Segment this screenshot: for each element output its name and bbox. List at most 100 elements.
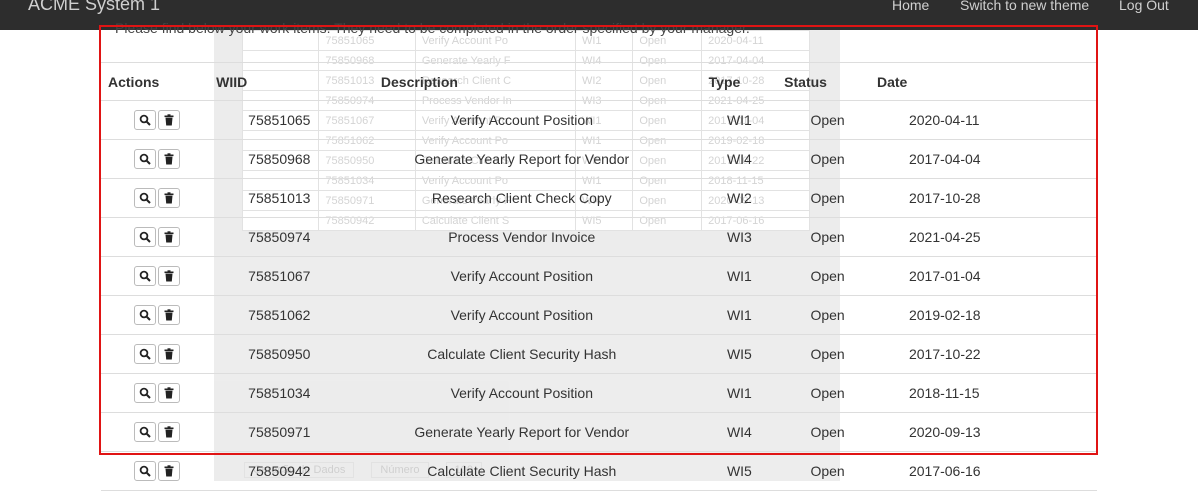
cell-status: Open xyxy=(778,451,877,491)
cell-date: 2021-04-25 xyxy=(876,217,1097,257)
cell-type: WI1 xyxy=(700,256,779,296)
cell-wiid: 75850971 xyxy=(212,412,343,452)
view-button[interactable] xyxy=(133,383,156,403)
nav-home-link[interactable]: Home xyxy=(892,0,929,15)
cell-wiid: 75850968 xyxy=(212,139,343,179)
cell-type: WI1 xyxy=(700,373,779,413)
table-row: 75851013 Research Client Check Copy WI2 Ope… xyxy=(101,178,1097,218)
view-button[interactable] xyxy=(133,227,156,247)
cell-type: WI5 xyxy=(700,334,779,374)
row-actions xyxy=(101,178,213,218)
nav-switch-theme-link[interactable]: Switch to new theme xyxy=(960,0,1089,15)
table-row: 75851067 Verify Account Position WI1 Open 20… xyxy=(101,256,1097,296)
cell-status: Open xyxy=(778,256,877,296)
work-items-table: Actions WIID Description Type Status Dat… xyxy=(101,62,1097,491)
header-actions: Actions xyxy=(101,62,213,101)
table-header-row: Actions WIID Description Type Status Dat… xyxy=(101,62,1097,101)
cell-status: Open xyxy=(778,412,877,452)
cell-date: 2020-04-11 xyxy=(876,100,1097,140)
cell-wiid: 75851034 xyxy=(212,373,343,413)
view-button[interactable] xyxy=(133,422,156,442)
cell-status: Open xyxy=(778,295,877,335)
cell-date: 2017-06-16 xyxy=(876,451,1097,491)
table-row: 75850971 Generate Yearly Report for Vendo… xyxy=(101,412,1097,452)
nav-logout-link[interactable]: Log Out xyxy=(1119,0,1169,15)
view-button[interactable] xyxy=(133,149,156,169)
delete-button[interactable] xyxy=(157,266,180,286)
cell-wiid: 75851062 xyxy=(212,295,343,335)
cell-description: Generate Yearly Report for Vendor xyxy=(342,412,701,452)
delete-button[interactable] xyxy=(157,188,180,208)
delete-button[interactable] xyxy=(157,461,180,481)
table-row: 75851034 Verify Account Position WI1 Open 20… xyxy=(101,373,1097,413)
cell-description: Calculate Client Security Hash xyxy=(342,334,701,374)
table-row: 75850942 Calculate Client Security Hash WI… xyxy=(101,451,1097,491)
cell-status: Open xyxy=(778,178,877,218)
view-button[interactable] xyxy=(133,266,156,286)
delete-button[interactable] xyxy=(157,149,180,169)
cell-type: WI1 xyxy=(700,100,779,140)
view-button[interactable] xyxy=(133,305,156,325)
cell-type: WI1 xyxy=(700,295,779,335)
cell-description: Generate Yearly Report for Vendor xyxy=(342,139,701,179)
cell-status: Open xyxy=(778,373,877,413)
row-actions xyxy=(101,217,213,257)
cell-type: WI2 xyxy=(700,178,779,218)
cell-type: WI3 xyxy=(700,217,779,257)
cell-date: 2017-04-04 xyxy=(876,139,1097,179)
cell-description: Research Client Check Copy xyxy=(342,178,701,218)
row-actions xyxy=(101,373,213,413)
cell-description: Calculate Client Security Hash xyxy=(342,451,701,491)
delete-button[interactable] xyxy=(157,305,180,325)
cell-wiid: 75851067 xyxy=(212,256,343,296)
header-status: Status xyxy=(778,62,877,101)
cell-date: 2019-02-18 xyxy=(876,295,1097,335)
cell-description: Process Vendor Invoice xyxy=(342,217,701,257)
cell-date: 2017-10-28 xyxy=(876,178,1097,218)
row-actions xyxy=(101,412,213,452)
cell-description: Verify Account Position xyxy=(342,295,701,335)
cell-type: WI4 xyxy=(700,139,779,179)
brand-title[interactable]: ACME System 1 xyxy=(28,0,160,16)
row-actions xyxy=(101,295,213,335)
table-row: 75850974 Process Vendor Invoice WI3 Open 202… xyxy=(101,217,1097,257)
view-button[interactable] xyxy=(133,461,156,481)
row-actions xyxy=(101,139,213,179)
cell-status: Open xyxy=(778,139,877,179)
row-actions xyxy=(101,256,213,296)
delete-button[interactable] xyxy=(157,344,180,364)
delete-button[interactable] xyxy=(157,422,180,442)
cell-wiid: 75850942 xyxy=(212,451,343,491)
cell-status: Open xyxy=(778,100,877,140)
intro-text: Please find below your work items. They … xyxy=(115,20,750,36)
delete-button[interactable] xyxy=(157,110,180,130)
delete-button[interactable] xyxy=(157,383,180,403)
cell-wiid: 75850974 xyxy=(212,217,343,257)
cell-description: Verify Account Position xyxy=(342,100,701,140)
table-row: 75850968 Generate Yearly Report for Vendo… xyxy=(101,139,1097,179)
cell-date: 2017-01-04 xyxy=(876,256,1097,296)
table-row: 75850950 Calculate Client Security Hash WI… xyxy=(101,334,1097,374)
cell-date: 2020-09-13 xyxy=(876,412,1097,452)
cell-description: Verify Account Position xyxy=(342,373,701,413)
cell-date: 2017-10-22 xyxy=(876,334,1097,374)
cell-wiid: 75851065 xyxy=(212,100,343,140)
table-row: 75851065 Verify Account Position WI1 Open 20… xyxy=(101,100,1097,140)
row-actions xyxy=(101,451,213,491)
cell-date: 2018-11-15 xyxy=(876,373,1097,413)
header-wiid: WIID xyxy=(212,62,343,101)
cell-wiid: 75851013 xyxy=(212,178,343,218)
header-type: Type xyxy=(700,62,779,101)
delete-button[interactable] xyxy=(157,227,180,247)
view-button[interactable] xyxy=(133,188,156,208)
cell-wiid: 75850950 xyxy=(212,334,343,374)
header-date: Date xyxy=(876,62,1097,101)
row-actions xyxy=(101,334,213,374)
cell-status: Open xyxy=(778,217,877,257)
cell-type: WI4 xyxy=(700,412,779,452)
view-button[interactable] xyxy=(133,110,156,130)
cell-type: WI5 xyxy=(700,451,779,491)
header-description: Description xyxy=(342,62,701,101)
row-actions xyxy=(101,100,213,140)
view-button[interactable] xyxy=(133,344,156,364)
